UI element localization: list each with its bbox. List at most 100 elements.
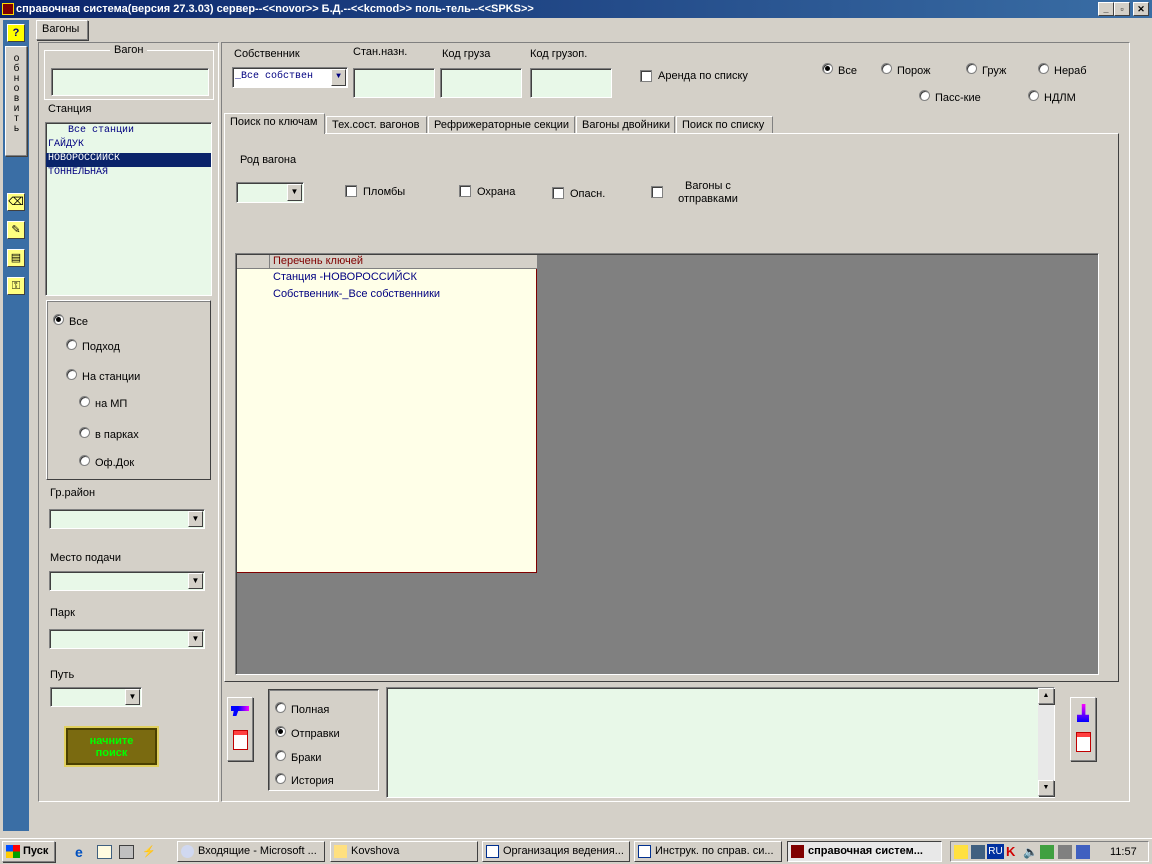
taskbar-item[interactable]: Kovshova	[330, 841, 478, 862]
chevron-down-icon[interactable]: ▼	[287, 184, 302, 201]
radio-button[interactable]	[275, 702, 286, 713]
wrench-icon[interactable]: ✎	[7, 221, 25, 239]
mode-radio-full[interactable]: Полная	[275, 702, 329, 716]
guard-checkbox[interactable]	[459, 185, 471, 197]
database-icon[interactable]: ▤	[7, 249, 25, 267]
tool-icon[interactable]: ⚡	[142, 845, 157, 859]
ie-icon[interactable]: e	[75, 844, 91, 860]
radio-button[interactable]	[66, 369, 77, 380]
load-radio-passenger[interactable]: Пасс-кие	[919, 90, 981, 104]
load-radio-all[interactable]: Все	[822, 63, 857, 77]
lease-checkbox[interactable]	[640, 70, 652, 82]
tray-icon[interactable]	[1076, 845, 1090, 859]
owner-combo[interactable]: _Все собствен ▼	[232, 67, 348, 88]
taskbar-item[interactable]: Входящие - Microsoft ...	[177, 841, 325, 862]
print-button[interactable]	[1070, 697, 1096, 761]
mode-radio-history[interactable]: История	[275, 773, 334, 787]
radio-button[interactable]	[79, 396, 90, 407]
grid-row[interactable]: Станция -НОВОРОССИЙСК	[273, 271, 417, 283]
taskbar-item[interactable]: Организация ведения...	[482, 841, 630, 862]
station-list[interactable]: Все станции ГАЙДУК НОВОРОССИЙСК ТОННЕЛЬН…	[45, 122, 212, 296]
outlook-icon[interactable]	[97, 845, 112, 859]
radio-at-station[interactable]: На станции	[66, 369, 140, 383]
tray-icon[interactable]	[1040, 845, 1054, 859]
radio-button[interactable]	[66, 339, 77, 350]
maximize-button[interactable]: ▫	[1114, 2, 1130, 16]
radio-approach[interactable]: Подход	[66, 339, 120, 353]
list-item[interactable]: ГАЙДУК	[46, 139, 211, 153]
refresh-button[interactable]: обновить	[5, 46, 27, 156]
start-button[interactable]: Пуск	[2, 841, 55, 862]
cargo-input[interactable]	[440, 68, 522, 98]
with-shipments-checkbox[interactable]	[651, 186, 663, 198]
radio-button[interactable]	[79, 455, 90, 466]
list-item[interactable]: Все станции	[46, 125, 211, 139]
shipper-input[interactable]	[530, 68, 612, 98]
radio-of-doc[interactable]: Оф.Док	[79, 455, 134, 469]
radio-button[interactable]	[881, 63, 892, 74]
tab-refrigerator[interactable]: Рефрижераторные секции	[428, 116, 575, 134]
radio-button[interactable]	[275, 750, 286, 761]
dest-input[interactable]	[353, 68, 435, 98]
help-button[interactable]: ?	[7, 24, 25, 42]
keys-grid[interactable]: Перечень ключей Станция -НОВОРОССИЙСК Со…	[237, 255, 537, 573]
tab-tech-state[interactable]: Тех.сост. вагонов	[326, 116, 427, 134]
load-radio-empty[interactable]: Порож	[881, 63, 931, 77]
radio-on-mp[interactable]: на МП	[79, 396, 127, 410]
radio-button[interactable]	[275, 726, 286, 737]
mode-radio-defects[interactable]: Браки	[275, 750, 321, 764]
scrollbar[interactable]: ▲ ▼	[1038, 688, 1054, 796]
put-combo[interactable]: ▼	[50, 687, 142, 707]
radio-button[interactable]	[1028, 90, 1039, 101]
result-textarea[interactable]: ▲ ▼	[386, 687, 1055, 798]
chevron-down-icon[interactable]: ▼	[188, 573, 203, 589]
chevron-down-icon[interactable]: ▼	[331, 69, 346, 86]
load-radio-ndlm[interactable]: НДЛМ	[1028, 90, 1076, 104]
wagon-kind-combo[interactable]: ▼	[236, 182, 304, 203]
danger-checkbox[interactable]	[552, 187, 564, 199]
list-item[interactable]: ТОННЕЛЬНАЯ	[46, 167, 211, 181]
seals-checkbox[interactable]	[345, 185, 357, 197]
tab-vagony[interactable]: Вагоны	[36, 20, 88, 40]
mesto-combo[interactable]: ▼	[49, 571, 205, 591]
radio-button[interactable]	[919, 90, 930, 101]
tab-duplicates[interactable]: Вагоны двойники	[576, 116, 675, 134]
chevron-down-icon[interactable]: ▼	[125, 689, 140, 705]
antivirus-icon[interactable]: K	[1006, 845, 1020, 859]
volume-icon[interactable]: 🔈	[1023, 845, 1038, 859]
tab-search-keys[interactable]: Поиск по ключам	[224, 113, 325, 134]
desktop-icon[interactable]	[119, 845, 134, 859]
chevron-down-icon[interactable]: ▼	[188, 631, 203, 647]
radio-button[interactable]	[275, 773, 286, 784]
grid-row[interactable]: Собственник-_Все собственники	[273, 288, 440, 300]
radio-button[interactable]	[822, 63, 833, 74]
scroll-down-button[interactable]: ▼	[1038, 780, 1054, 796]
taskbar-item[interactable]: Инструк. по справ. си...	[634, 841, 782, 862]
radio-button[interactable]	[53, 314, 64, 325]
taskbar-item-active[interactable]: справочная систем...	[787, 841, 942, 862]
network-icon[interactable]	[971, 845, 985, 859]
wagon-input[interactable]	[51, 68, 209, 96]
radio-button[interactable]	[1038, 63, 1049, 74]
key-icon[interactable]: ⚿	[7, 277, 25, 295]
load-radio-loaded[interactable]: Груж	[966, 63, 1006, 77]
chevron-down-icon[interactable]: ▼	[188, 511, 203, 527]
mode-radio-shipments[interactable]: Отправки	[275, 726, 340, 740]
copy-button[interactable]	[227, 697, 253, 761]
scroll-up-button[interactable]: ▲	[1038, 688, 1054, 704]
tray-icon[interactable]	[1058, 845, 1072, 859]
radio-all[interactable]: Все	[53, 314, 88, 328]
list-item[interactable]: НОВОРОССИЙСК	[46, 153, 211, 167]
load-radio-nonwork[interactable]: Нераб	[1038, 63, 1087, 77]
eraser-icon[interactable]: ⌫	[7, 193, 25, 211]
radio-button[interactable]	[966, 63, 977, 74]
tray-icon[interactable]	[954, 845, 968, 859]
start-search-button[interactable]: начните поиск	[64, 726, 159, 767]
tab-search-list[interactable]: Поиск по списку	[676, 116, 773, 134]
park-combo[interactable]: ▼	[49, 629, 205, 649]
gr-raion-combo[interactable]: ▼	[49, 509, 205, 529]
radio-button[interactable]	[79, 427, 90, 438]
close-button[interactable]: ✕	[1133, 2, 1149, 16]
radio-in-parks[interactable]: в парках	[79, 427, 139, 441]
language-indicator[interactable]: RU	[987, 844, 1004, 859]
